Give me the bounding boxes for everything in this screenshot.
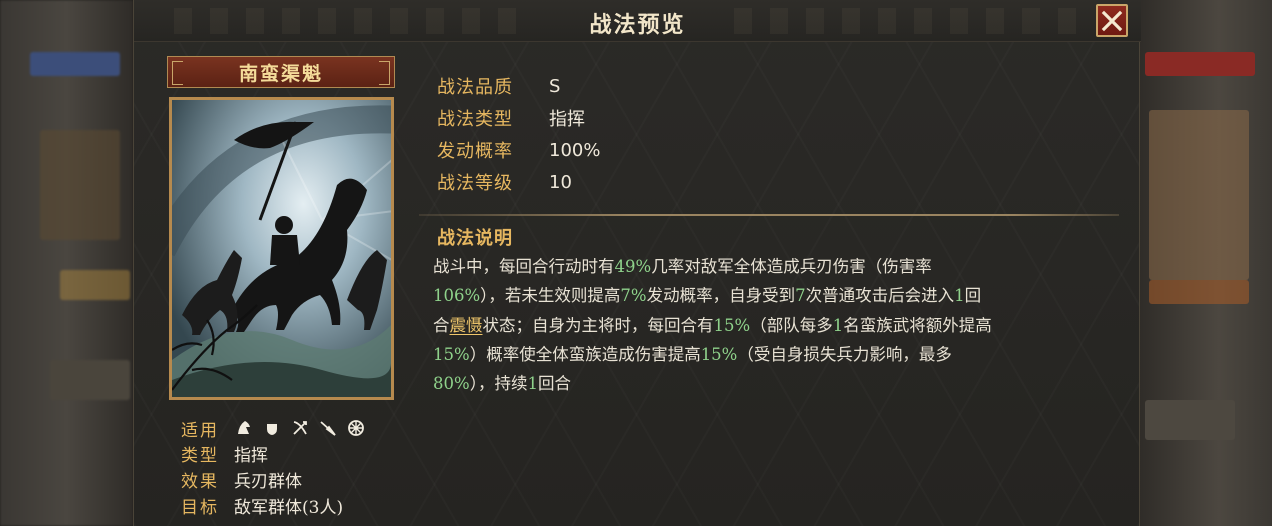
applicable-label: 适用 (181, 420, 219, 441)
stat-type-value: 指挥 (549, 109, 585, 130)
close-icon (1101, 10, 1123, 31)
info-row-applicable: 适用 (181, 416, 366, 441)
description-text: 战斗中，每回合行动时有 (433, 257, 615, 276)
description-text: 回 (964, 286, 982, 306)
description-text: 发动概率，自身受到 (646, 286, 796, 306)
stat-trigger-rate-value: 100% (549, 139, 601, 161)
close-button[interactable] (1096, 4, 1128, 37)
tactic-name: 南蛮渠魁 (238, 62, 323, 85)
highlight-value: 15% (713, 315, 751, 335)
spear-icon (318, 418, 338, 438)
description-text: ），持续 (469, 374, 528, 394)
applicable-troop-icons (234, 418, 366, 438)
effect-label: 效果 (181, 471, 219, 492)
section-divider (419, 214, 1119, 216)
type-label: 类型 (181, 445, 219, 466)
description-text: （部队每多 (750, 315, 833, 335)
stat-level-label: 战法等级 (437, 173, 513, 194)
highlight-value: 15% (433, 344, 470, 364)
status-keyword[interactable]: 震慑 (450, 316, 483, 335)
highlight-value: 106% (433, 286, 481, 306)
stat-quality-label: 战法品质 (437, 77, 513, 98)
tactic-description: 战斗中，每回合行动时有49%几率对敌军全体造成兵刃伤害（伤害率 106%），若未生… (433, 252, 1113, 398)
description-text: 几率对敌军全体造成兵刃伤害（伤害率 (651, 257, 932, 276)
effect-value: 兵刃群体 (234, 471, 302, 492)
stat-row-level: 战法等级 10 (437, 168, 572, 196)
stat-level-value: 10 (549, 171, 572, 193)
target-label: 目标 (181, 497, 219, 518)
crossbow-archer-icon (290, 418, 310, 438)
highlight-value: 7 (795, 286, 806, 306)
description-text: ），若未生效则提高 (480, 286, 621, 306)
target-value: 敌军群体(3人) (234, 497, 344, 518)
background-right-panel (1139, 0, 1272, 526)
stat-trigger-rate-label: 发动概率 (437, 141, 513, 162)
description-text: 状态；自身为主将时，每回合有 (482, 315, 714, 335)
highlight-value: 49% (614, 257, 652, 276)
stat-row-type: 战法类型 指挥 (437, 104, 585, 132)
highlight-value: 80% (433, 374, 470, 394)
info-row-type: 类型 指挥 (181, 441, 268, 466)
description-text: 合 (433, 315, 450, 335)
dialog-title: 战法预览 (589, 12, 686, 38)
tactic-name-plate: 南蛮渠魁 (167, 56, 395, 88)
highlight-value: 1 (527, 374, 538, 394)
dialog-title-bar: 战法预览 (134, 0, 1141, 42)
shield-infantry-icon (262, 418, 282, 438)
description-text: 次普通攻击后会进入 (805, 286, 955, 306)
stat-type-label: 战法类型 (437, 109, 513, 130)
shield-cavalry-icon (234, 418, 254, 438)
tactic-artwork (169, 97, 394, 400)
description-text: ）概率使全体蛮族造成伤害提高 (469, 344, 701, 364)
tactic-preview-dialog: 战法预览 南蛮渠魁 适用 类型 指挥 效果 兵刃群体 目标 敌军群体(3人) 战… (133, 0, 1141, 526)
highlight-value: 15% (700, 344, 738, 364)
highlight-value: 1 (954, 286, 965, 306)
description-text: （受自身损失兵力影响，最多 (737, 344, 952, 364)
cavalry-charge-artwork (172, 100, 391, 397)
background-left-panel (0, 0, 133, 526)
highlight-value: 1 (832, 315, 844, 335)
stat-row-quality: 战法品质 S (437, 72, 560, 100)
stat-quality-value: S (549, 75, 561, 97)
stat-row-trigger-rate: 发动概率 100% (437, 136, 600, 164)
siege-wheel-icon (346, 418, 366, 438)
highlight-value: 7% (620, 286, 647, 306)
type-value: 指挥 (234, 445, 268, 466)
description-text: 回合 (537, 374, 571, 394)
description-text: 名蛮族武将额外提高 (843, 315, 992, 335)
description-title: 战法说明 (437, 228, 513, 249)
info-row-target: 目标 敌军群体(3人) (181, 493, 344, 518)
info-row-effect: 效果 兵刃群体 (181, 467, 302, 492)
